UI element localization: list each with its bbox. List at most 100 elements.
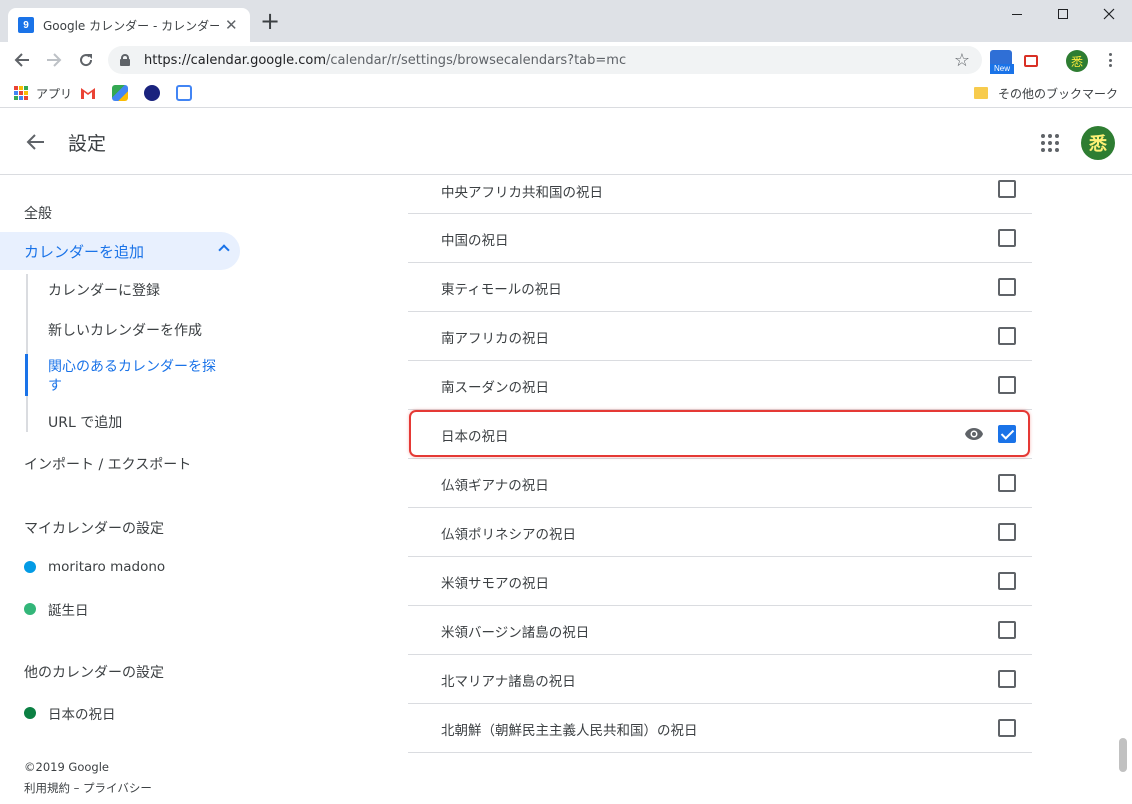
extension-cast-icon[interactable] xyxy=(1024,55,1038,67)
bookmark-apps-label: アプリ xyxy=(36,86,73,101)
holiday-checkbox[interactable] xyxy=(998,278,1016,296)
holiday-checkbox[interactable] xyxy=(998,670,1016,688)
gmail-icon xyxy=(81,88,95,99)
holiday-checkbox[interactable] xyxy=(998,572,1016,590)
sidebar-item-general[interactable]: 全般 xyxy=(24,203,52,223)
list-item[interactable]: 北マリアナ諸島の祝日 xyxy=(408,655,1032,704)
list-item[interactable]: 中国の祝日 xyxy=(408,214,1032,263)
bookmark-other-label: その他のブックマーク xyxy=(997,86,1118,101)
other-calendars-title: 他のカレンダーの設定 xyxy=(24,665,164,681)
list-item[interactable]: 東ティモールの祝日 xyxy=(408,263,1032,312)
bookmark-apps[interactable]: アプリ xyxy=(14,84,72,102)
list-item[interactable]: 南アフリカの祝日 xyxy=(408,312,1032,361)
holiday-label: 中国の祝日 xyxy=(441,233,509,249)
sidebar-item-subscribe[interactable]: カレンダーに登録 xyxy=(48,282,160,301)
submenu-active-indicator xyxy=(25,354,28,396)
holiday-checkbox[interactable] xyxy=(998,474,1016,492)
list-item[interactable]: 米領サモアの祝日 xyxy=(408,557,1032,606)
apps-grid-icon xyxy=(14,86,28,100)
holiday-checkbox[interactable] xyxy=(998,621,1016,639)
back-button[interactable] xyxy=(10,48,34,72)
holiday-label: 北朝鮮（朝鮮民主主義人民共和国）の祝日 xyxy=(441,723,698,739)
address-bar[interactable]: https://calendar.google.com/calendar/r/s… xyxy=(108,46,982,74)
list-item[interactable]: 米領バージン諸島の祝日 xyxy=(408,606,1032,655)
list-item[interactable]: 南スーダンの祝日 xyxy=(408,361,1032,410)
holiday-checkbox[interactable] xyxy=(998,523,1016,541)
lock-icon xyxy=(120,54,130,66)
account-avatar[interactable]: 悉 xyxy=(1081,126,1115,160)
bookmarks-bar: アプリ その他のブックマーク xyxy=(0,78,1132,108)
tab-close-icon[interactable]: ✕ xyxy=(225,17,238,33)
browser-menu-icon[interactable] xyxy=(1102,51,1118,69)
bookmark-other-folder[interactable]: その他のブックマーク xyxy=(973,84,1118,102)
sidebar-item-create[interactable]: 新しいカレンダーを作成 xyxy=(48,322,202,341)
bookmark-gmail[interactable] xyxy=(80,84,96,102)
holiday-checkbox[interactable] xyxy=(998,719,1016,737)
holiday-label: 北マリアナ諸島の祝日 xyxy=(441,674,576,690)
list-item[interactable]: 北朝鮮（朝鮮民主主義人民共和国）の祝日 xyxy=(408,704,1032,753)
settings-sidebar: 全般 カレンダーを追加 カレンダーに登録 新しいカレンダーを作成 関心のあるカレ… xyxy=(0,176,256,804)
bookmark-star-icon[interactable]: ☆ xyxy=(954,50,970,71)
tab-title: Google カレンダー - カレンダーを検索 xyxy=(43,18,219,33)
cube-icon xyxy=(176,85,192,101)
my-calendar-item[interactable]: moritaro madono xyxy=(24,559,165,575)
calendar-color-dot xyxy=(24,707,36,719)
holiday-label: 東ティモールの祝日 xyxy=(441,282,562,298)
browser-tab[interactable]: 9 Google カレンダー - カレンダーを検索 ✕ xyxy=(8,8,250,42)
minimize-button[interactable] xyxy=(994,0,1040,28)
holiday-checkbox[interactable] xyxy=(998,376,1016,394)
list-item[interactable]: 仏領ポリネシアの祝日 xyxy=(408,508,1032,557)
holiday-label: 仏領ポリネシアの祝日 xyxy=(441,527,576,543)
calendar-color-dot xyxy=(24,603,36,615)
my-calendar-item[interactable]: 誕生日 xyxy=(24,599,89,619)
calendar-name: moritaro madono xyxy=(48,559,166,575)
holiday-checkbox[interactable] xyxy=(998,229,1016,247)
extension-new-icon[interactable]: New xyxy=(990,50,1014,74)
calendar-color-dot xyxy=(24,561,36,573)
sidebar-item-import-export[interactable]: インポート / エクスポート xyxy=(24,454,191,474)
bookmark-maps[interactable] xyxy=(112,84,128,102)
holiday-label: 米領サモアの祝日 xyxy=(441,576,549,592)
list-item[interactable]: 中央アフリカ共和国の祝日 xyxy=(408,165,1032,214)
calendar-name: 日本の祝日 xyxy=(48,707,116,723)
forward-button[interactable] xyxy=(42,48,66,72)
holiday-checkbox[interactable] xyxy=(998,180,1016,198)
calendar-favicon-icon: 9 xyxy=(18,17,34,33)
list-item[interactable]: 仏領ギアナの祝日 xyxy=(408,459,1032,508)
maps-icon xyxy=(112,85,128,101)
sidebar-item-browse[interactable]: 関心のあるカレンダーを探す xyxy=(48,358,228,396)
submenu-rail xyxy=(26,274,28,432)
back-arrow-icon xyxy=(14,53,29,67)
footer-links[interactable]: 利用規約 – プライバシー xyxy=(24,780,152,796)
holiday-checkbox[interactable] xyxy=(998,327,1016,345)
holiday-label: 中央アフリカ共和国の祝日 xyxy=(441,185,603,201)
forward-arrow-icon xyxy=(47,53,62,67)
maximize-button[interactable] xyxy=(1040,0,1086,28)
minimize-icon xyxy=(1012,13,1022,15)
reload-button[interactable] xyxy=(74,48,98,72)
scrollbar-thumb[interactable] xyxy=(1119,738,1127,772)
browser-profile-avatar[interactable]: 悉 xyxy=(1066,50,1088,72)
google-apps-icon[interactable] xyxy=(1038,131,1062,155)
my-calendars-title: マイカレンダーの設定 xyxy=(24,521,164,537)
new-tab-button[interactable]: + xyxy=(258,9,282,34)
maximize-icon xyxy=(1058,9,1068,19)
calendar-name: 誕生日 xyxy=(48,603,89,619)
bookmark-robot[interactable] xyxy=(144,84,160,102)
window-close-button[interactable] xyxy=(1086,0,1132,28)
sidebar-item-label: カレンダーを追加 xyxy=(24,242,145,261)
browser-tab-strip: 9 Google カレンダー - カレンダーを検索 ✕ + xyxy=(0,0,1132,42)
holiday-label: 南スーダンの祝日 xyxy=(441,380,549,396)
footer-copyright: ©2019 Google xyxy=(24,760,109,774)
settings-back-button[interactable] xyxy=(24,130,48,154)
bookmark-cube[interactable] xyxy=(176,84,192,102)
other-calendar-item[interactable]: 日本の祝日 xyxy=(24,703,116,723)
chevron-up-icon xyxy=(218,244,230,256)
sidebar-item-url[interactable]: URL で追加 xyxy=(48,414,122,433)
page-title: 設定 xyxy=(68,133,107,155)
url-text: https://calendar.google.com/calendar/r/s… xyxy=(144,52,627,68)
holiday-label: 南アフリカの祝日 xyxy=(441,331,549,347)
holiday-label: 仏領ギアナの祝日 xyxy=(441,478,549,494)
sidebar-item-add-calendar[interactable]: カレンダーを追加 xyxy=(0,232,240,270)
back-arrow-icon xyxy=(26,134,44,150)
